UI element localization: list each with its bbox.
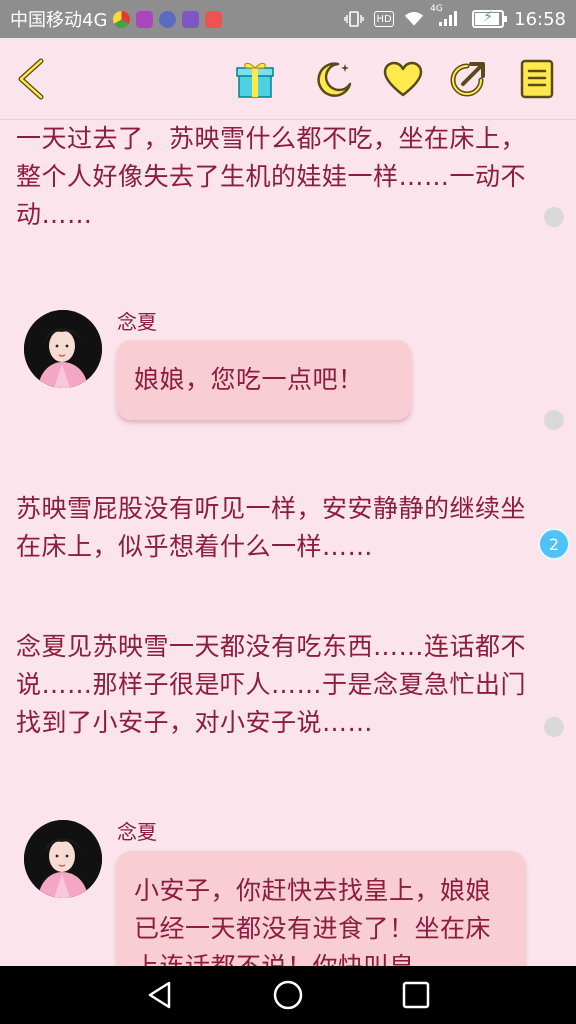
- app-icon: [159, 10, 177, 28]
- signal-icon: 4G: [430, 4, 462, 28]
- back-button[interactable]: [6, 54, 56, 104]
- moon-icon: [312, 58, 354, 100]
- gift-icon: [234, 58, 276, 100]
- speaker-name: 念夏: [117, 310, 157, 334]
- status-bar: 中国移动4G HD 4G ⚡ 16:58: [0, 0, 576, 38]
- narration-paragraph: 一天过去了，苏映雪什么都不吃，坐在床上，整个人好像失去了生机的娃娃一样……一动不…: [16, 124, 527, 229]
- back-arrow-icon: [11, 57, 51, 101]
- gift-button[interactable]: [230, 54, 280, 104]
- avatar: [24, 820, 102, 898]
- avatar: [24, 310, 102, 388]
- system-nav-bar: [0, 966, 576, 1024]
- catalog-button[interactable]: [512, 54, 562, 104]
- favorite-button[interactable]: [378, 54, 428, 104]
- nav-home-button[interactable]: [271, 980, 305, 1014]
- network-type-label: 4G: [430, 4, 443, 14]
- home-circle-icon: [272, 979, 304, 1015]
- charging-icon: ⚡: [483, 9, 494, 25]
- portrait-image: [24, 820, 102, 898]
- comment-dot[interactable]: [544, 717, 564, 737]
- back-triangle-icon: [145, 980, 175, 1014]
- wifi-icon: [404, 10, 424, 28]
- weibo-icon: [205, 10, 223, 28]
- dialogue-bubble: 小安子，你赶快去找皇上，娘娘已经一天都没有进食了！坐在床上连话都不说！你快叫皇: [117, 851, 525, 966]
- status-left: 中国移动4G: [10, 6, 223, 32]
- clock: 16:58: [514, 8, 566, 30]
- portrait-image: [24, 310, 102, 388]
- carrier-label: 中国移动4G: [10, 10, 108, 31]
- reader-toolbar: [0, 38, 576, 120]
- status-right: HD 4G ⚡ 16:58: [344, 4, 566, 30]
- comment-dot[interactable]: [544, 207, 564, 227]
- comment-count-badge[interactable]: 2: [538, 528, 570, 560]
- hd-icon: HD: [374, 11, 395, 27]
- recents-square-icon: [401, 980, 431, 1014]
- gallery-icon: [136, 10, 154, 28]
- narration-paragraph: 念夏见苏映雪一天都没有吃东西……连话都不说……那样子很是吓人……于是念夏急忙出门…: [16, 632, 527, 737]
- speaker-name: 念夏: [117, 820, 157, 844]
- battery-icon: ⚡: [472, 9, 508, 28]
- heart-icon: [382, 60, 424, 98]
- nav-recents-button[interactable]: [399, 980, 433, 1014]
- narration-paragraph: 苏映雪屁股没有听见一样，安安静静的继续坐在床上，似乎想着什么一样……: [16, 494, 527, 561]
- vibrate-icon: [344, 10, 364, 28]
- keyboard-icon: [182, 10, 200, 28]
- comment-dot[interactable]: [544, 410, 564, 430]
- night-mode-button[interactable]: [308, 54, 358, 104]
- story-content[interactable]: 一天过去了，苏映雪什么都不吃，坐在床上，整个人好像失去了生机的娃娃一样……一动不…: [0, 120, 576, 966]
- chrome-icon: [113, 10, 131, 28]
- nav-back-button[interactable]: [143, 980, 177, 1014]
- share-button[interactable]: [443, 54, 493, 104]
- book-icon: [518, 58, 556, 100]
- share-icon: [447, 58, 489, 100]
- dialogue-bubble: 娘娘，您吃一点吧！: [117, 340, 411, 420]
